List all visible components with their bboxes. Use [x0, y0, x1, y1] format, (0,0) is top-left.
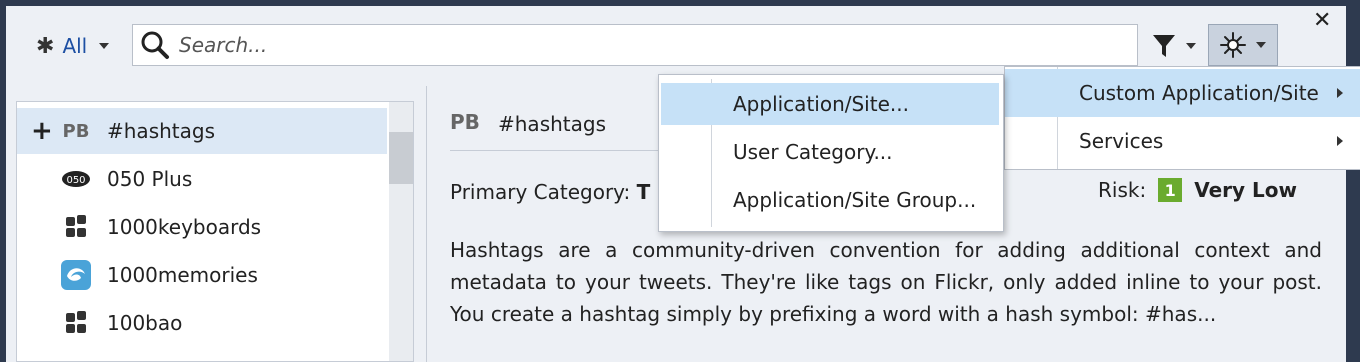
- menu-item-label: Custom Application/Site: [1079, 81, 1319, 105]
- risk-level-badge: 1: [1158, 178, 1183, 202]
- list-item-label: 1000keyboards: [107, 215, 262, 239]
- submenu-item-application-site[interactable]: Application/Site...: [661, 83, 999, 125]
- application-list[interactable]: + PB #hashtags 050 050 Plus 1000keyboard…: [16, 101, 414, 362]
- add-icon[interactable]: +: [31, 116, 53, 146]
- list-item-label: 050 Plus: [107, 167, 193, 191]
- close-icon[interactable]: ✕: [1313, 10, 1331, 32]
- list-item[interactable]: 050 050 Plus: [17, 156, 387, 202]
- menu-item-services[interactable]: Services: [1005, 117, 1360, 165]
- list-item[interactable]: 100bao: [17, 300, 387, 346]
- primary-category: Primary Category: T: [450, 180, 650, 204]
- list-item-label: 100bao: [107, 311, 183, 335]
- menu-item-custom-application-site[interactable]: Custom Application/Site: [1005, 69, 1360, 117]
- list-item-label: #hashtags: [107, 119, 215, 143]
- search-input[interactable]: [177, 32, 1081, 58]
- panel-divider: [426, 86, 427, 362]
- list-item[interactable]: 1000keyboards: [17, 204, 387, 250]
- 1000memories-logo-icon: [59, 260, 93, 290]
- filter-all-label: All: [62, 34, 88, 58]
- submenu-item-user-category[interactable]: User Category...: [661, 131, 999, 173]
- asterisk-icon: ✱: [36, 33, 55, 59]
- submenu-item-application-site-group[interactable]: Application/Site Group...: [661, 179, 999, 221]
- menu-item-label: Services: [1079, 129, 1164, 153]
- chevron-down-icon: [1256, 42, 1266, 48]
- list-scrollbar[interactable]: [389, 102, 413, 361]
- scrollbar-thumb[interactable]: [389, 132, 413, 184]
- filter-button[interactable]: [1146, 28, 1202, 64]
- pb-logo-text: PB: [62, 120, 90, 142]
- filter-all-dropdown[interactable]: ✱ All: [36, 33, 110, 59]
- chevron-down-icon: [99, 43, 110, 49]
- app-blocks-icon: [59, 212, 93, 242]
- add-custom-button[interactable]: [1208, 24, 1278, 66]
- search-icon: [133, 30, 177, 60]
- list-item[interactable]: + PB #hashtags: [17, 108, 387, 154]
- submenu-item-label: Application/Site...: [733, 92, 909, 116]
- svg-text:050: 050: [66, 175, 85, 186]
- detail-title: #hashtags: [498, 112, 606, 136]
- primary-category-value: T: [636, 180, 651, 204]
- description-text: Hashtags are a community-driven conventi…: [450, 238, 1322, 326]
- custom-dropdown-menu[interactable]: Custom Application/Site Services: [1004, 66, 1360, 170]
- risk-indicator: Risk: 1 Very Low: [1098, 178, 1297, 202]
- submenu-item-label: Application/Site Group...: [733, 188, 977, 212]
- pb-logo-icon: PB: [450, 110, 480, 134]
- risk-label: Risk:: [1098, 178, 1147, 202]
- search-box[interactable]: [132, 24, 1138, 66]
- risk-level-text: Very Low: [1194, 178, 1297, 202]
- list-item[interactable]: 1000memories: [17, 252, 387, 298]
- sparkle-icon: [1220, 32, 1246, 58]
- funnel-icon: [1153, 35, 1175, 57]
- chevron-down-icon: [1186, 43, 1196, 49]
- app-blocks-icon: [59, 308, 93, 338]
- primary-category-label: Primary Category:: [450, 180, 631, 204]
- list-item-label: 1000memories: [107, 263, 258, 287]
- pb-logo-icon: PB: [59, 116, 93, 146]
- 050plus-logo-icon: 050: [59, 164, 93, 194]
- submenu-item-label: User Category...: [733, 140, 893, 164]
- chevron-right-icon: [1337, 136, 1343, 146]
- custom-application-submenu[interactable]: Application/Site... User Category... App…: [658, 74, 1004, 232]
- chevron-right-icon: [1337, 88, 1343, 98]
